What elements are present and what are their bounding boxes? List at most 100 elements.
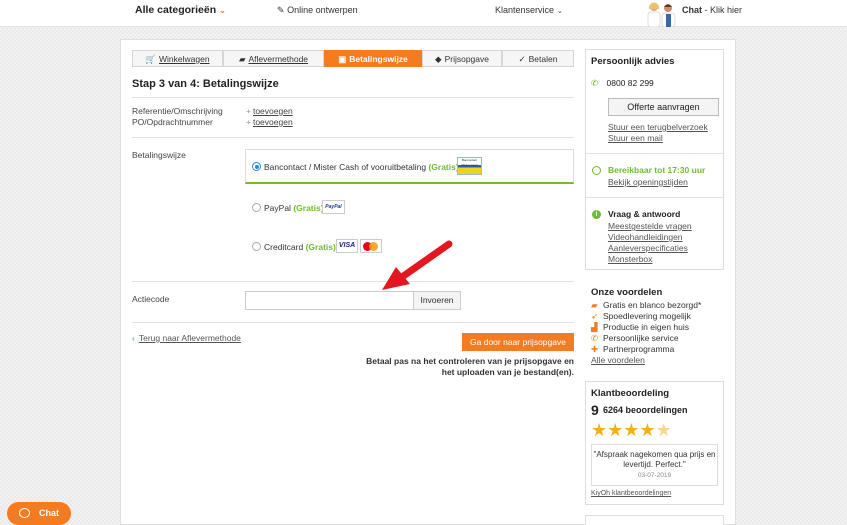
kiyoh-link[interactable]: KiyOh klantbeoordelingen (591, 490, 671, 497)
step-betalingswijze: ▣ Betalingswijze (324, 50, 422, 67)
paypal-name: PayPal (264, 203, 291, 213)
voordeel-item: ▟ Productie in eigen huis (591, 322, 689, 333)
po-add[interactable]: + toevoegen (246, 117, 293, 127)
voordeel-item: ▰ Gratis en blanco bezorgd* (591, 300, 701, 311)
chevron-down-icon: ⌄ (219, 6, 226, 15)
klantenservice-menu[interactable]: Klantenservice ⌄ (495, 5, 563, 15)
chat-top-bold: Chat (682, 5, 702, 15)
plus-icon: + (246, 106, 251, 116)
review-score: 9 (591, 402, 599, 418)
faq-link[interactable]: Meestgestelde vragen (608, 221, 692, 231)
check-icon: ✓ (518, 54, 526, 64)
categories-menu[interactable]: Alle categorieën ⌄ (135, 4, 226, 16)
mail-link[interactable]: Stuur een mail (608, 133, 663, 143)
half-star-icon: ★ (655, 420, 672, 440)
toevoegen-link[interactable]: toevoegen (253, 117, 293, 127)
chat-button[interactable]: Chat (7, 502, 71, 525)
terugbel-link[interactable]: Stuur een terugbelverzoek (608, 122, 708, 132)
back-label: Terug naar Aflevermethode (138, 333, 241, 343)
step-prijsopgave: ◆ Prijsopgave (422, 50, 502, 67)
chat-top-rest: - Klik hier (702, 5, 743, 15)
continue-button[interactable]: Ga door naar prijsopgave (462, 333, 574, 351)
advies-title: Persoonlijk advies (591, 56, 675, 67)
chat-bubble-icon (19, 508, 30, 518)
star-rating: ★★★★★ (591, 420, 672, 441)
offerte-button[interactable]: Offerte aanvragen (608, 98, 719, 116)
next-panel (585, 515, 724, 525)
truck-icon: ▰ (238, 54, 246, 64)
review-panel (585, 381, 724, 505)
visa-logo: VISA (336, 239, 358, 253)
red-arrow-icon (382, 240, 453, 290)
bancontact-logo: Bancontact Mister Cash (457, 157, 482, 175)
bancontact-logo-text: Bancontact Mister Cash (461, 158, 478, 167)
review-quote-box: "Afspraak nagekomen qua prijs en leverti… (591, 444, 718, 486)
star-icon: ★ (639, 420, 656, 440)
po-label: PO/Opdrachtnummer (132, 117, 213, 127)
step-betalen: ✓ Betalen (502, 50, 574, 67)
toevoegen-link[interactable]: toevoegen (253, 106, 293, 116)
star-icon: ★ (607, 420, 624, 440)
paypal-radio[interactable] (252, 203, 261, 212)
bancontact-radio[interactable] (252, 162, 261, 171)
invoeren-button[interactable]: Invoeren (413, 291, 461, 310)
gratis-badge: (Gratis) (428, 162, 459, 172)
phone-row[interactable]: ✆ 0800 82 299 (591, 78, 654, 89)
creditcard-name: Creditcard (264, 242, 304, 252)
review-quote: "Afspraak nagekomen qua prijs en leverti… (593, 450, 716, 469)
review-date: 03-07-2019 (637, 472, 672, 479)
referentie-add[interactable]: + toevoegen (246, 106, 293, 116)
divider (132, 97, 574, 98)
online-ontwerpen-link[interactable]: ✎ Online ontwerpen (277, 5, 358, 16)
page-title: Stap 3 van 4: Betalingswijze (132, 78, 279, 90)
creditcard-option[interactable]: Creditcard (Gratis) (264, 242, 336, 252)
bancontact-option[interactable]: Bancontact / Mister Cash of vooruitbetal… (264, 162, 459, 172)
specs-link[interactable]: Aanleverspecificaties (608, 243, 688, 253)
step-winkelwagen[interactable]: 🛒 Winkelwagen (132, 50, 223, 67)
phone-icon: ✆ (591, 78, 599, 88)
klant-title: Klantbeoordeling (591, 388, 670, 399)
divider (586, 197, 723, 198)
star-icon: ★ (623, 420, 640, 440)
voordeel-text: Persoonlijke service (603, 333, 679, 343)
chevron-left-icon: ‹ (132, 333, 135, 343)
plus-icon: + (246, 117, 251, 127)
voordeel-item: ✆ Persoonlijke service (591, 333, 679, 344)
phone-icon: ✆ (591, 333, 599, 343)
openingstijden-link[interactable]: Bekijk openingstijden (608, 177, 688, 187)
video-link[interactable]: Videohandleidingen (608, 232, 683, 242)
step-label: Betalen (528, 54, 558, 64)
tag-icon: ◆ (435, 54, 442, 64)
categories-label: Alle categorieën (135, 4, 217, 16)
vraag-title: Vraag & antwoord (608, 209, 681, 219)
support-team-avatar (647, 2, 676, 27)
creditcard-radio[interactable] (252, 242, 261, 251)
gratis-badge: (Gratis) (305, 242, 336, 252)
step-label: Betalingswijze (349, 54, 408, 64)
alle-voordelen-link[interactable]: Alle voordelen (591, 355, 645, 365)
review-count: 6264 beoordelingen (603, 405, 688, 415)
rocket-icon: ➶ (591, 311, 599, 321)
klantenservice-label: Klantenservice (495, 5, 555, 15)
chevron-down-icon: ⌄ (557, 8, 563, 15)
voordeel-text: Gratis en blanco bezorgd* (603, 300, 702, 310)
paypal-option[interactable]: PayPal (Gratis) (264, 203, 324, 213)
divider (132, 281, 574, 282)
star-icon: ★ (591, 420, 608, 440)
step-aflevermethode[interactable]: ▰ Aflevermethode (223, 50, 324, 67)
chat-top-link[interactable]: Chat - Klik hier (682, 5, 742, 15)
referentie-label: Referentie/Omschrijving (132, 106, 223, 116)
actiecode-input[interactable] (245, 291, 414, 310)
voordeel-item: ✚ Partnerprogramma (591, 344, 674, 355)
online-label: Online ontwerpen (287, 5, 358, 15)
monsterbox-link[interactable]: Monsterbox (608, 254, 652, 264)
voordeel-text: Productie in eigen huis (603, 322, 690, 332)
divider (132, 137, 574, 138)
divider (132, 322, 574, 323)
betalingswijze-label: Betalingswijze (132, 150, 186, 160)
back-link[interactable]: ‹ Terug naar Aflevermethode (132, 333, 241, 343)
top-bar: Alle categorieën ⌄ ✎ Online ontwerpen Kla… (0, 0, 847, 27)
checkout-steps: 🛒 Winkelwagen ▰ Aflevermethode ▣ Betalingsw… (132, 50, 574, 67)
actiecode-label: Actiecode (132, 294, 170, 304)
factory-icon: ▟ (591, 322, 598, 332)
